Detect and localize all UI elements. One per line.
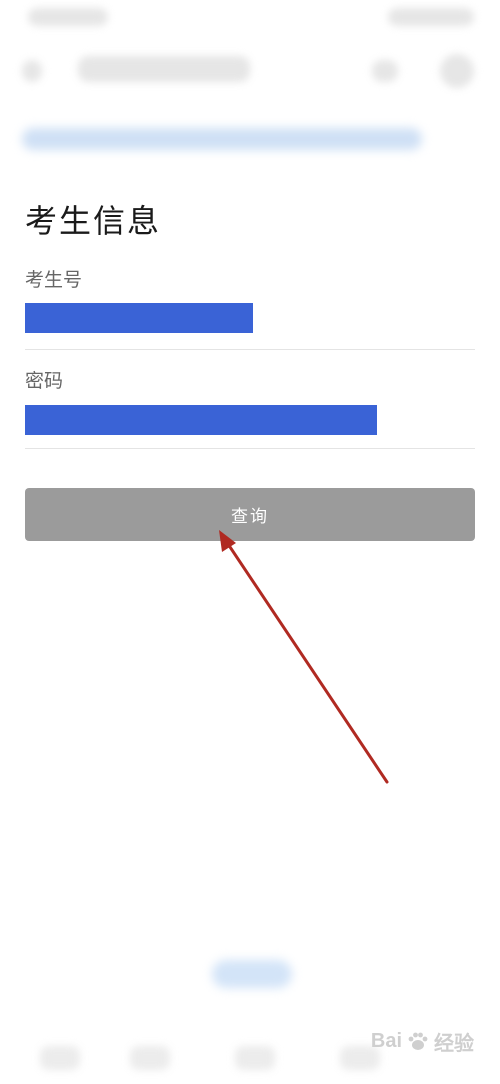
back-icon[interactable]: [22, 60, 42, 82]
status-icons-blurred: [388, 8, 474, 26]
tab-item-blurred[interactable]: [130, 1046, 170, 1070]
watermark-text-right: 经验: [434, 1033, 474, 1055]
more-icon[interactable]: [372, 60, 398, 82]
notice-link-blurred[interactable]: [22, 128, 422, 150]
password-field-redacted[interactable]: [25, 405, 377, 435]
query-button[interactable]: 查询: [25, 488, 475, 541]
page-title: 考生信息: [25, 202, 162, 240]
bottom-action-blurred[interactable]: [212, 960, 292, 988]
status-bar: [0, 0, 500, 36]
watermark-text-left: Bai: [370, 1030, 402, 1052]
divider: [25, 448, 475, 449]
status-time-blurred: [28, 8, 108, 26]
divider: [25, 349, 475, 350]
exam-id-field-redacted[interactable]: [25, 303, 253, 333]
exam-id-label: 考生号: [25, 269, 83, 291]
nav-bar: [0, 36, 500, 106]
password-label: 密码: [25, 370, 64, 392]
paw-icon: [408, 1032, 428, 1050]
annotation-arrow-icon: [219, 530, 389, 784]
query-button-label: 查询: [231, 507, 269, 526]
close-icon[interactable]: [440, 54, 474, 88]
tab-item-blurred[interactable]: [235, 1046, 275, 1070]
baidu-jingyan-watermark: Bai 经验: [371, 1027, 474, 1056]
tab-item-blurred[interactable]: [40, 1046, 80, 1070]
nav-title-blurred: [78, 56, 250, 82]
